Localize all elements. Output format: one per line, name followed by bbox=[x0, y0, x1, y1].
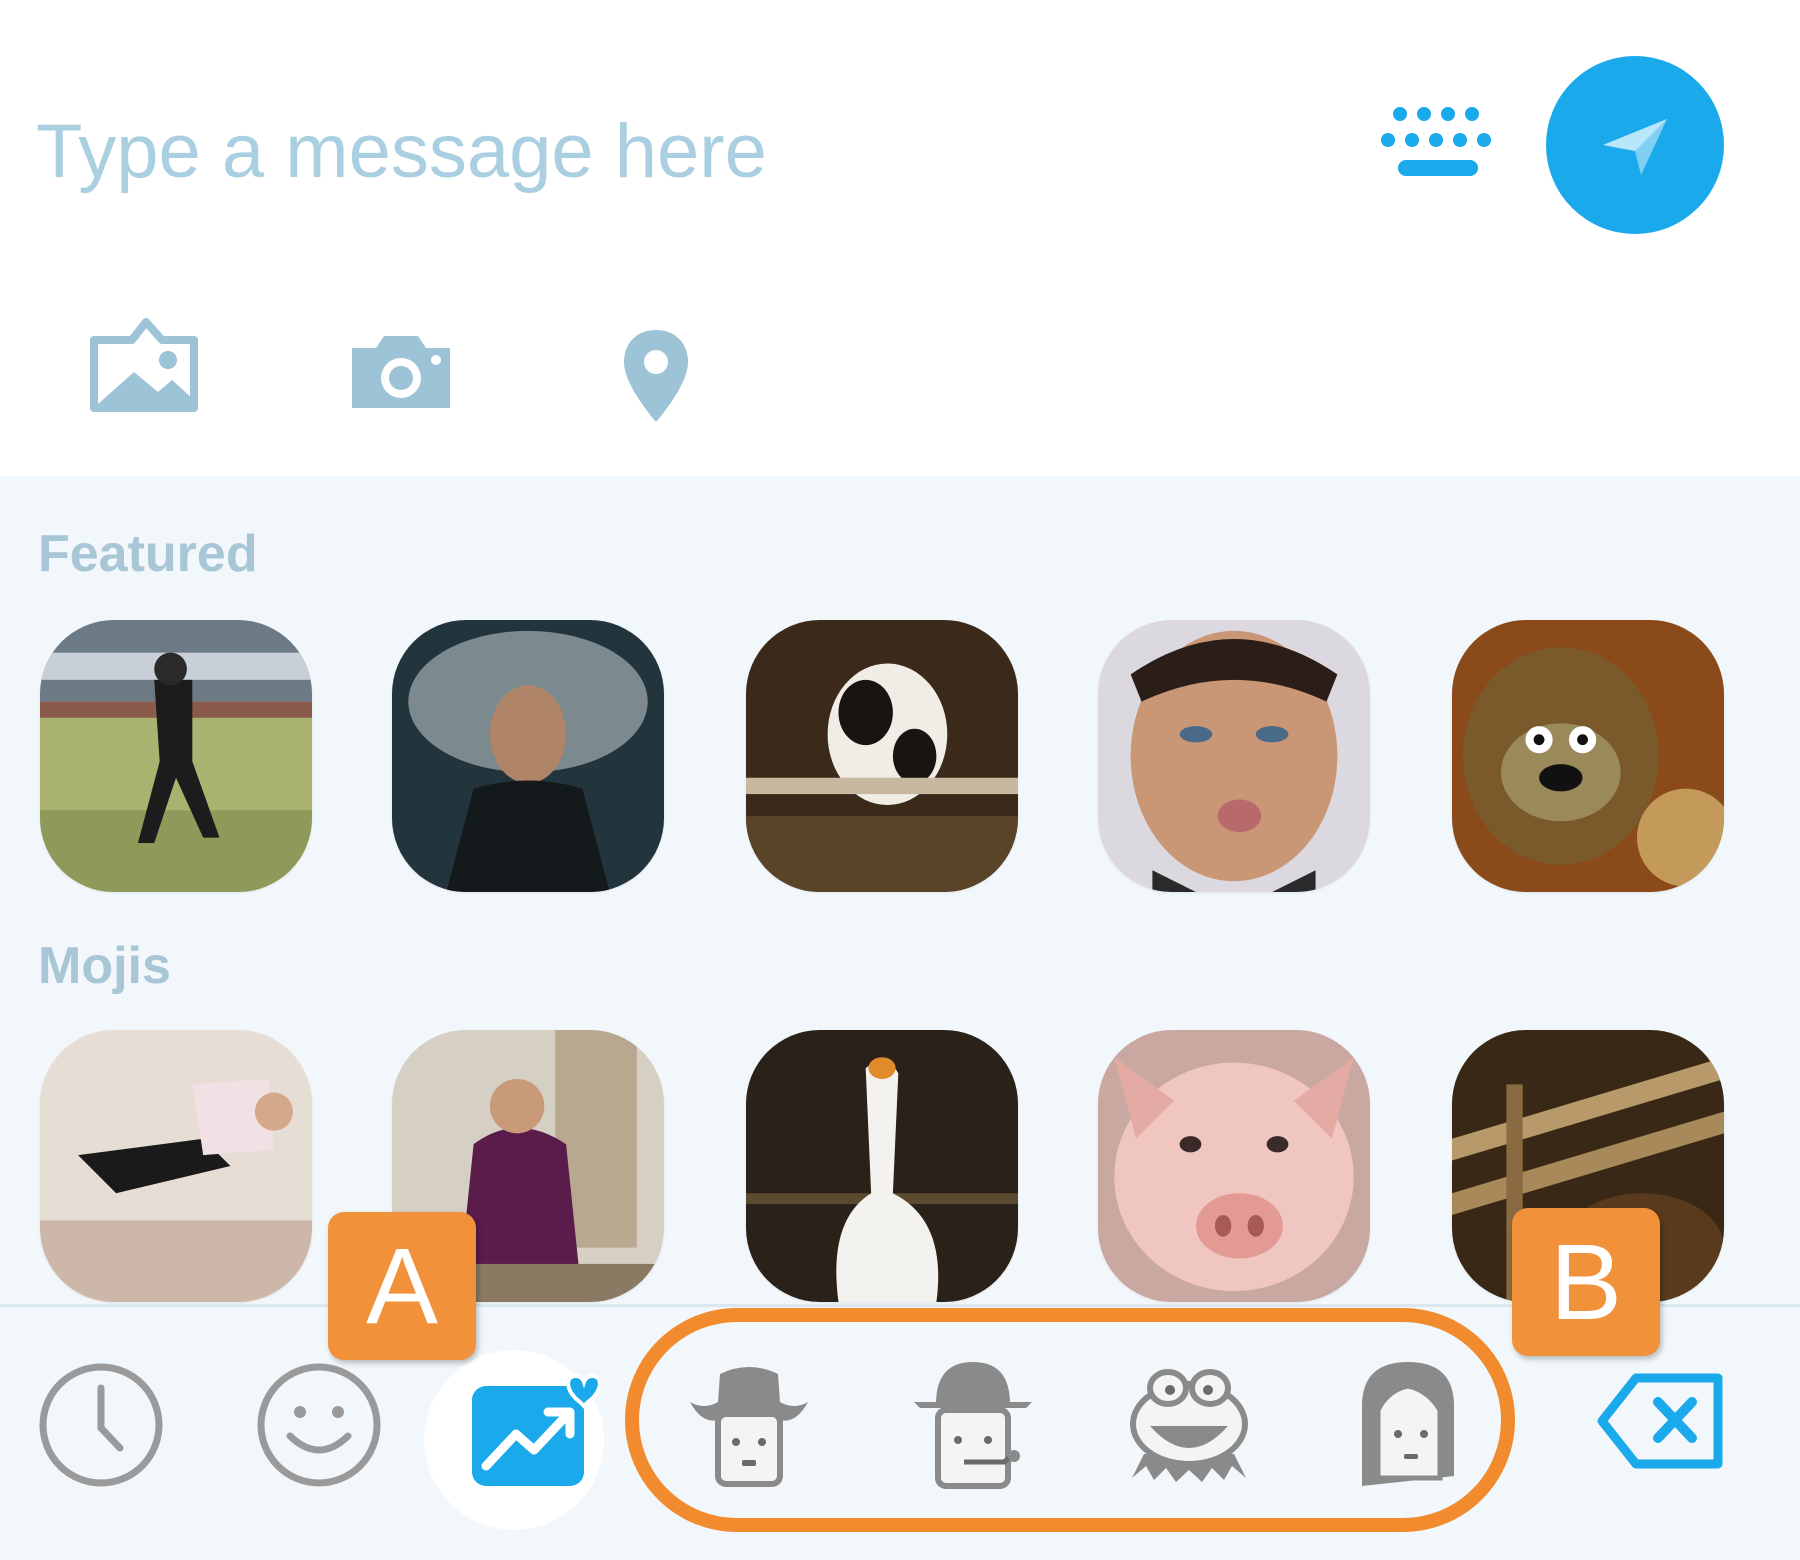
moji-thumbnail bbox=[746, 620, 1018, 892]
recent-clock-icon bbox=[39, 1363, 163, 1487]
send-plane-icon bbox=[1603, 119, 1667, 175]
woman-moji-icon bbox=[1362, 1362, 1454, 1486]
camera-button[interactable] bbox=[346, 332, 456, 417]
bowler-hat-moji-icon bbox=[914, 1362, 1032, 1489]
section-label-featured: Featured bbox=[38, 525, 258, 583]
kermit-frog-moji-icon bbox=[1130, 1369, 1248, 1482]
featured-moji-cow[interactable] bbox=[746, 620, 1018, 892]
featured-moji-dancing-man[interactable] bbox=[40, 620, 312, 892]
backspace-icon bbox=[1597, 1373, 1723, 1469]
moji-falling-man[interactable] bbox=[40, 1030, 312, 1302]
smiley-icon bbox=[257, 1363, 381, 1487]
bowler-hat-moji-tab[interactable] bbox=[908, 1356, 1038, 1497]
trending-mojis-icon bbox=[472, 1373, 602, 1486]
moji-thumbnail bbox=[40, 1030, 312, 1302]
moji-thumbnail bbox=[746, 1030, 1018, 1302]
featured-moji-muppet-dog[interactable] bbox=[1452, 620, 1724, 892]
message-input[interactable] bbox=[36, 96, 1316, 206]
callout-a: A bbox=[328, 1212, 476, 1360]
emoji-tab[interactable] bbox=[254, 1360, 384, 1495]
section-label-mojis: Mojis bbox=[38, 937, 171, 995]
featured-moji-pout-face[interactable] bbox=[1098, 620, 1370, 892]
send-button[interactable] bbox=[1546, 56, 1724, 234]
moji-thumbnail bbox=[1098, 1030, 1370, 1302]
location-pin-icon bbox=[624, 330, 688, 422]
attach-image-button[interactable] bbox=[88, 318, 200, 419]
featured-moji-windblown-hair[interactable] bbox=[392, 620, 664, 892]
moji-thumbnail bbox=[40, 620, 312, 892]
backspace-button[interactable] bbox=[1596, 1372, 1726, 1475]
location-button[interactable] bbox=[620, 326, 692, 431]
trending-mojis-tab[interactable] bbox=[470, 1370, 602, 1495]
keyboard-icon bbox=[1381, 107, 1491, 176]
moji-thumbnail bbox=[1452, 620, 1724, 892]
cowboy-moji-tab[interactable] bbox=[684, 1362, 814, 1497]
camera-icon bbox=[352, 336, 450, 408]
keyboard-toggle-button[interactable] bbox=[1378, 100, 1498, 190]
moji-thumbnail bbox=[1098, 620, 1370, 892]
moji-thumbnail bbox=[392, 620, 664, 892]
kermit-frog-moji-tab[interactable] bbox=[1124, 1358, 1254, 1497]
cowboy-moji-icon bbox=[690, 1367, 808, 1487]
moji-pig[interactable] bbox=[1098, 1030, 1370, 1302]
callout-b: B bbox=[1512, 1208, 1660, 1356]
compose-area bbox=[0, 0, 1800, 476]
woman-moji-tab[interactable] bbox=[1348, 1356, 1468, 1497]
image-icon bbox=[90, 318, 198, 412]
moji-goose[interactable] bbox=[746, 1030, 1018, 1302]
recent-tab[interactable] bbox=[36, 1360, 166, 1495]
